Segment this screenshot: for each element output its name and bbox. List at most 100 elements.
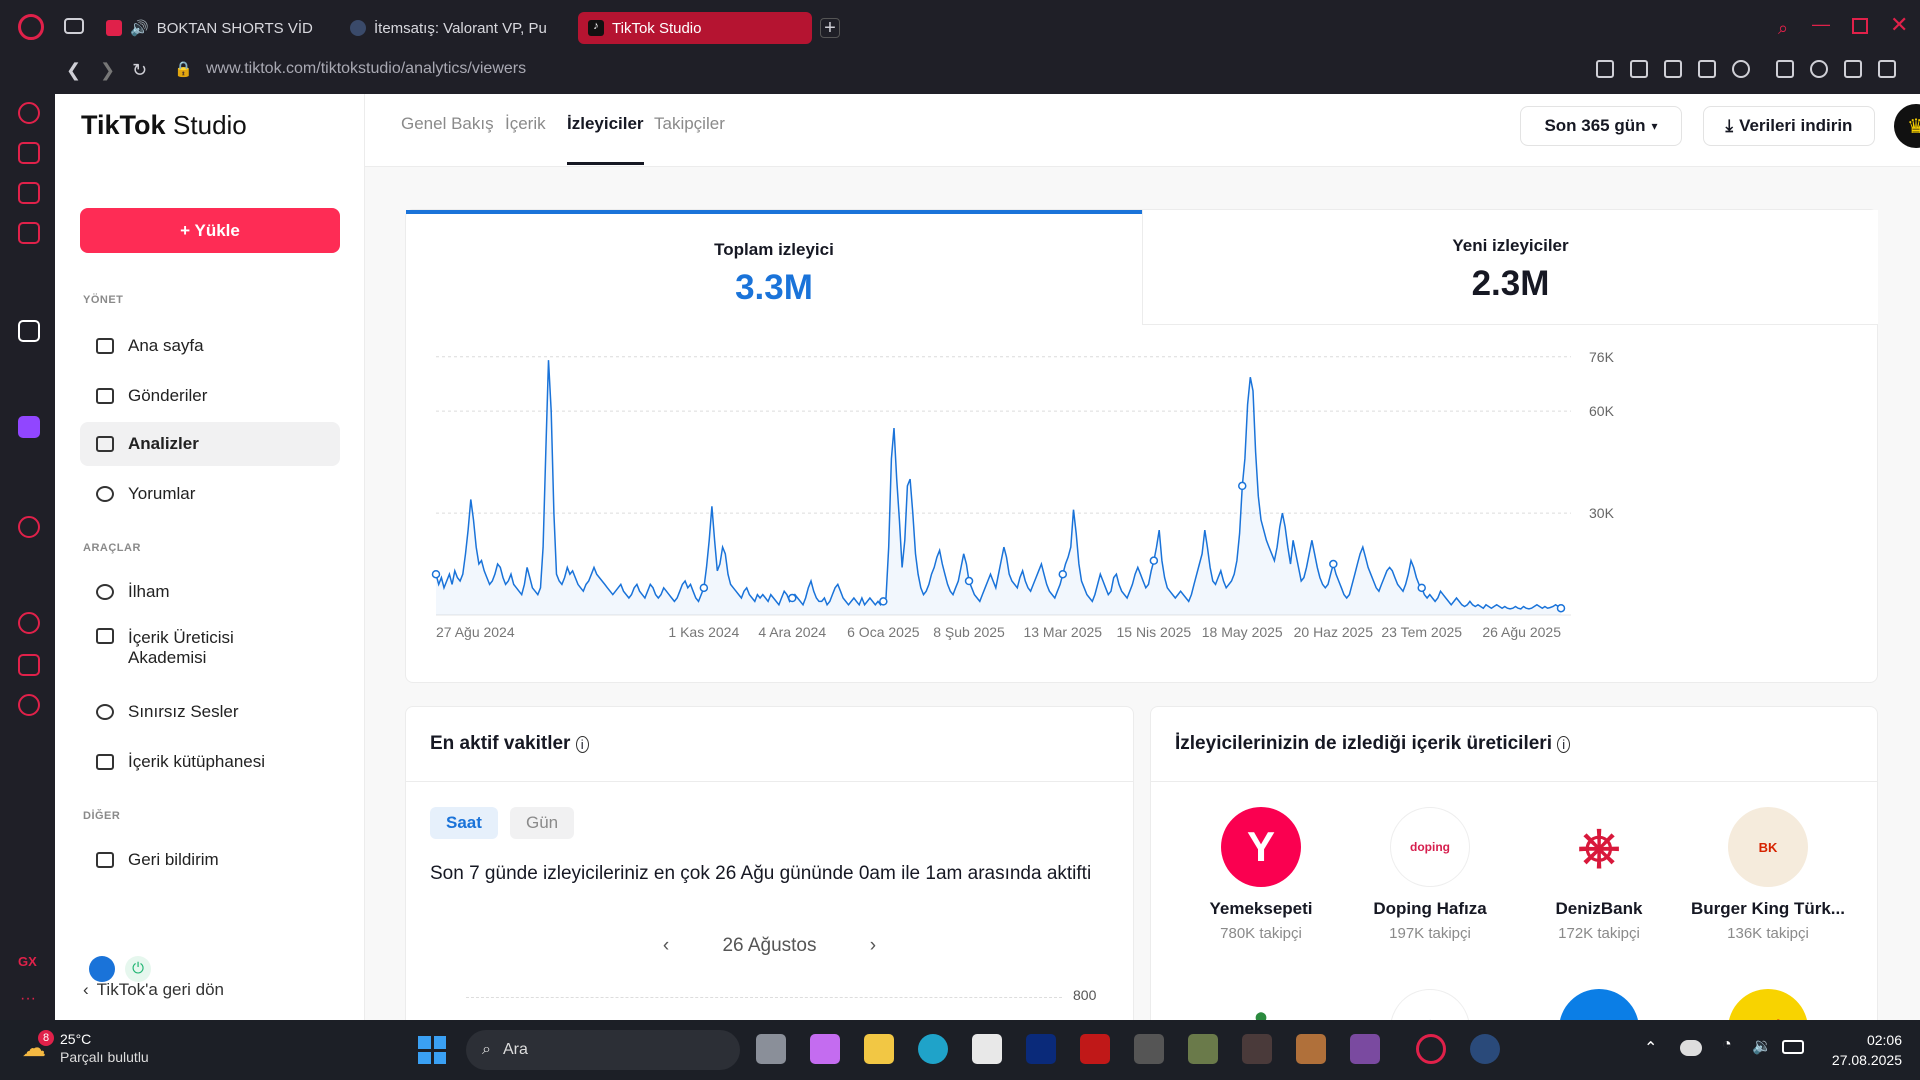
- history-icon[interactable]: [18, 612, 40, 634]
- chevron-left-icon[interactable]: ‹: [663, 935, 669, 956]
- speed-dial-icon[interactable]: [18, 102, 40, 124]
- viewers-line-chart[interactable]: 76K 60K 30K 27 Ağu 2024 1 Kas 2024 4 Ara 2024…: [406, 325, 1879, 684]
- eti-logo-partial[interactable]: ETİ: [1728, 989, 1808, 1020]
- settings-icon[interactable]: [18, 694, 40, 716]
- forward-icon[interactable]: ❯: [100, 60, 115, 81]
- game-4-icon[interactable]: [1296, 1034, 1326, 1064]
- avatar[interactable]: ♛: [1894, 104, 1920, 148]
- creator-card[interactable]: Y Yemeksepeti 780K takipçi: [1176, 807, 1346, 942]
- weather-widget[interactable]: ☁ 8 25°C Parçalı bulutlu: [22, 1030, 149, 1066]
- sidebar-item-feedback[interactable]: Geri bildirim: [80, 838, 340, 882]
- sidebar-item-academy[interactable]: İçerik Üreticisi Akademisi: [80, 620, 340, 676]
- creator-card[interactable]: ⎈ DenizBank 172K takipçi: [1514, 807, 1684, 942]
- workspace-icon[interactable]: [64, 18, 84, 34]
- sidebar-item-home[interactable]: Ana sayfa: [80, 324, 340, 368]
- profile-icon[interactable]: [1810, 60, 1828, 78]
- sidebar-item-library[interactable]: İçerik kütüphanesi: [80, 740, 340, 784]
- creator-card[interactable]: doping Doping Hafıza 197K takipçi: [1345, 807, 1515, 942]
- kpi-total-viewers[interactable]: Toplam izleyici 3.3M: [406, 210, 1142, 325]
- tab-itemsatis[interactable]: İtemsatış: Valorant VP, Pu: [340, 12, 570, 44]
- extensions-icon[interactable]: [1776, 60, 1794, 78]
- sidebar-item-comments[interactable]: Yorumlar: [80, 472, 340, 516]
- maximize-button[interactable]: [1852, 18, 1868, 34]
- data-point[interactable]: [1417, 583, 1426, 593]
- data-point[interactable]: [1329, 559, 1338, 569]
- speaker-icon[interactable]: 🔊: [130, 19, 149, 37]
- pin-icon[interactable]: [1596, 60, 1614, 78]
- tab-viewers[interactable]: İzleyiciler: [567, 114, 644, 165]
- taskbar-search[interactable]: ⌕ Ara: [466, 1030, 740, 1070]
- a101-logo-partial[interactable]: A101: [1559, 989, 1639, 1020]
- data-point[interactable]: [879, 597, 888, 606]
- data-point[interactable]: [788, 593, 797, 603]
- onedrive-icon[interactable]: [1680, 1040, 1702, 1056]
- gx-m-icon[interactable]: [18, 222, 40, 244]
- opera-logo-icon[interactable]: [18, 14, 44, 40]
- new-tab-button[interactable]: +: [820, 18, 840, 38]
- heart-icon[interactable]: [1732, 60, 1750, 78]
- snapshot-icon[interactable]: [1630, 60, 1648, 78]
- edge-icon[interactable]: [918, 1034, 948, 1064]
- data-point[interactable]: [964, 576, 974, 586]
- download-data-button[interactable]: ⤓ Verileri indirin: [1703, 106, 1875, 146]
- adblock-icon[interactable]: [1664, 60, 1682, 78]
- creator-card[interactable]: BK Burger King Türk... 136K takipçi: [1683, 807, 1853, 942]
- extensions-sidebar-icon[interactable]: [18, 654, 40, 676]
- game-5-icon[interactable]: [1350, 1034, 1380, 1064]
- sidebar-item-analytics[interactable]: Analizler: [80, 422, 340, 466]
- data-point[interactable]: [431, 569, 441, 579]
- store-icon[interactable]: [972, 1034, 1002, 1064]
- tab-followers[interactable]: Takipçiler: [654, 114, 725, 165]
- extension-badge-icon[interactable]: [89, 956, 115, 982]
- volume-icon[interactable]: 🔉: [1752, 1036, 1772, 1056]
- battery-icon[interactable]: [1782, 1040, 1804, 1054]
- creator-logo-partial[interactable]: ✤: [1221, 989, 1301, 1020]
- carrefour-logo-partial[interactable]: ◆: [1390, 989, 1470, 1020]
- player-sidebar-icon[interactable]: [18, 516, 40, 538]
- address-input[interactable]: www.tiktok.com/tiktokstudio/analytics/vi…: [206, 60, 526, 78]
- date-range-dropdown[interactable]: Son 365 gün ▾: [1520, 106, 1682, 146]
- toggle-hour[interactable]: Saat: [430, 807, 498, 839]
- tab-tiktok-studio[interactable]: ♪ TikTok Studio: [578, 12, 812, 44]
- sidebar-item-posts[interactable]: Gönderiler: [80, 374, 340, 418]
- game-1-icon[interactable]: [1134, 1034, 1164, 1064]
- news-icon[interactable]: [18, 182, 40, 204]
- tray-chevron-icon[interactable]: ⌃: [1644, 1038, 1657, 1058]
- data-point[interactable]: [1058, 569, 1068, 579]
- info-icon[interactable]: i: [1557, 736, 1571, 753]
- steam-icon[interactable]: [1470, 1034, 1500, 1064]
- mcafee-icon[interactable]: [1080, 1034, 1110, 1064]
- series-line[interactable]: [435, 360, 1562, 610]
- tab-youtube[interactable]: 🔊 BOKTAN SHORTS VİD: [96, 12, 328, 44]
- twitch-icon[interactable]: [18, 416, 40, 438]
- data-point[interactable]: [1149, 556, 1159, 565]
- app-l-icon[interactable]: [1026, 1034, 1056, 1064]
- sidebar-item-sounds[interactable]: Sınırsız Sesler: [80, 690, 340, 734]
- file-explorer-icon[interactable]: [864, 1034, 894, 1064]
- power-icon[interactable]: ⏻: [125, 956, 151, 982]
- kpi-new-viewers[interactable]: Yeni izleyiciler 2.3M: [1142, 210, 1878, 325]
- upload-button[interactable]: + Yükle: [80, 208, 340, 253]
- search-tabs-icon[interactable]: ⌕: [1778, 18, 1788, 39]
- clock[interactable]: 02:06 27.08.2025: [1822, 1030, 1902, 1070]
- tab-content[interactable]: İçerik: [505, 114, 546, 165]
- store-icon[interactable]: [18, 142, 40, 164]
- download-icon[interactable]: [1844, 60, 1862, 78]
- wifi-icon[interactable]: ◔: [1722, 1036, 1732, 1054]
- gx-icon[interactable]: GX: [18, 954, 37, 969]
- sidebar-item-inspiration[interactable]: İlham: [80, 570, 340, 614]
- aria-icon[interactable]: [18, 320, 40, 342]
- back-to-tiktok-link[interactable]: ‹ TikTok'a geri dön: [83, 980, 224, 1000]
- toggle-day[interactable]: Gün: [510, 807, 575, 839]
- copilot-icon[interactable]: [810, 1034, 840, 1064]
- data-point[interactable]: [699, 583, 709, 593]
- info-icon[interactable]: i: [575, 736, 589, 753]
- chevron-right-icon[interactable]: ›: [870, 935, 876, 956]
- tab-overview[interactable]: Genel Bakış: [401, 114, 494, 165]
- data-point[interactable]: [1556, 603, 1566, 613]
- opera-gx-icon[interactable]: [1416, 1034, 1446, 1064]
- player-icon[interactable]: [1698, 60, 1716, 78]
- start-button[interactable]: [418, 1036, 446, 1064]
- reload-icon[interactable]: ↻: [132, 60, 147, 81]
- more-icon[interactable]: ···: [20, 990, 36, 1008]
